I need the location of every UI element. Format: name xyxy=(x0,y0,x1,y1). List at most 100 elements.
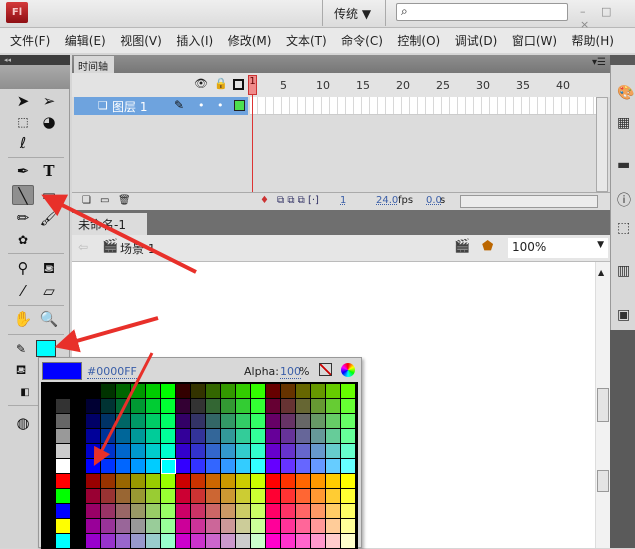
color-swatch[interactable] xyxy=(146,534,161,549)
color-swatch[interactable] xyxy=(206,534,221,549)
color-swatch[interactable] xyxy=(191,444,206,459)
color-swatch[interactable] xyxy=(116,474,131,489)
color-swatch[interactable] xyxy=(101,429,116,444)
color-swatch[interactable] xyxy=(131,399,146,414)
menu-file[interactable]: 文件(F) xyxy=(10,32,50,49)
color-swatch[interactable] xyxy=(266,459,281,474)
color-swatch[interactable] xyxy=(131,429,146,444)
color-swatch[interactable] xyxy=(341,444,356,459)
color-swatch[interactable] xyxy=(236,474,251,489)
current-frame[interactable]: 1 xyxy=(340,195,346,206)
new-layer-icon[interactable]: ❏ xyxy=(82,195,91,206)
playhead[interactable]: 1 xyxy=(248,75,257,95)
menu-control[interactable]: 控制(O) xyxy=(397,32,440,49)
color-swatch[interactable] xyxy=(86,399,101,414)
menu-commands[interactable]: 命令(C) xyxy=(341,32,383,49)
color-swatch[interactable] xyxy=(86,459,101,474)
color-swatch[interactable] xyxy=(326,399,341,414)
color-swatch[interactable] xyxy=(281,414,296,429)
color-swatch[interactable] xyxy=(251,474,266,489)
color-swatch[interactable] xyxy=(176,459,191,474)
color-swatch[interactable] xyxy=(221,444,236,459)
object-drawing-icon[interactable]: ◍ xyxy=(12,413,34,433)
eraser-tool-icon[interactable]: ▱ xyxy=(38,281,60,301)
color-swatch[interactable] xyxy=(176,534,191,549)
eyedropper-tool-icon[interactable]: ⁄ xyxy=(12,281,34,301)
color-swatch[interactable] xyxy=(56,504,71,519)
color-swatch[interactable] xyxy=(146,474,161,489)
color-swatch[interactable] xyxy=(161,489,176,504)
rectangle-tool-icon[interactable]: ▭ xyxy=(38,185,60,205)
color-swatch[interactable] xyxy=(311,414,326,429)
color-swatch[interactable] xyxy=(281,504,296,519)
color-swatch[interactable] xyxy=(131,519,146,534)
color-swatch[interactable] xyxy=(236,489,251,504)
color-swatch[interactable] xyxy=(311,429,326,444)
stage-scrollbar[interactable]: ▲ xyxy=(595,262,610,548)
color-swatch[interactable] xyxy=(146,399,161,414)
transform-panel-icon[interactable]: ⬚ xyxy=(617,220,635,236)
color-swatch[interactable] xyxy=(101,519,116,534)
color-swatch[interactable] xyxy=(281,429,296,444)
color-swatch[interactable] xyxy=(296,504,311,519)
timeline-hscroll[interactable] xyxy=(460,195,598,208)
color-swatch[interactable] xyxy=(131,504,146,519)
eye-icon[interactable]: 👁 xyxy=(194,77,208,90)
color-swatch[interactable] xyxy=(146,519,161,534)
color-swatch[interactable] xyxy=(146,489,161,504)
color-swatch[interactable] xyxy=(311,444,326,459)
3d-rotation-tool-icon[interactable]: ◕ xyxy=(38,112,60,132)
color-swatch[interactable] xyxy=(131,474,146,489)
color-swatch[interactable] xyxy=(206,384,221,399)
stroke-color-swatch[interactable] xyxy=(36,340,56,357)
color-swatch[interactable] xyxy=(281,444,296,459)
color-swatch[interactable] xyxy=(311,459,326,474)
color-swatch[interactable] xyxy=(236,504,251,519)
color-swatch[interactable] xyxy=(116,504,131,519)
color-swatch[interactable] xyxy=(206,519,221,534)
scene-label[interactable]: 场景 1 xyxy=(120,240,155,257)
color-swatch[interactable] xyxy=(281,399,296,414)
color-swatch[interactable] xyxy=(101,504,116,519)
color-swatch[interactable] xyxy=(206,459,221,474)
color-swatch[interactable] xyxy=(206,399,221,414)
color-swatch[interactable] xyxy=(281,459,296,474)
lasso-tool-icon[interactable]: ℓ xyxy=(12,133,34,153)
color-swatch[interactable] xyxy=(101,534,116,549)
color-swatch[interactable] xyxy=(86,534,101,549)
color-swatch[interactable] xyxy=(191,474,206,489)
color-swatch[interactable] xyxy=(146,414,161,429)
color-swatch[interactable] xyxy=(191,399,206,414)
color-swatch[interactable] xyxy=(56,429,71,444)
color-swatch[interactable] xyxy=(161,459,176,474)
color-swatch[interactable] xyxy=(326,384,341,399)
color-swatch[interactable] xyxy=(296,489,311,504)
color-swatch[interactable] xyxy=(86,414,101,429)
color-swatch[interactable] xyxy=(251,429,266,444)
pencil-tool-icon[interactable]: ✏ xyxy=(12,208,34,228)
color-swatch[interactable] xyxy=(341,519,356,534)
color-swatch[interactable] xyxy=(341,399,356,414)
color-swatch[interactable] xyxy=(221,429,236,444)
color-swatch[interactable] xyxy=(341,474,356,489)
deco-tool-icon[interactable]: ✿ xyxy=(12,230,34,250)
selection-tool-icon[interactable]: ➤ xyxy=(12,91,34,111)
color-swatch[interactable] xyxy=(341,384,356,399)
color-swatch[interactable] xyxy=(116,384,131,399)
color-swatch[interactable] xyxy=(161,474,176,489)
color-swatch[interactable] xyxy=(191,414,206,429)
collapse-button[interactable]: ◂◂ xyxy=(0,55,70,65)
color-swatch[interactable] xyxy=(326,519,341,534)
color-swatch[interactable] xyxy=(221,534,236,549)
color-swatch[interactable] xyxy=(341,429,356,444)
bone-tool-icon[interactable]: ⚲ xyxy=(12,258,34,278)
color-swatch[interactable] xyxy=(221,459,236,474)
color-swatch[interactable] xyxy=(296,414,311,429)
color-swatch[interactable] xyxy=(191,459,206,474)
alpha-input[interactable]: 100 xyxy=(280,365,301,379)
color-swatch[interactable] xyxy=(296,399,311,414)
layer-row[interactable]: ❏ 图层 1 ✎ • • xyxy=(74,97,248,115)
swatches-panel-icon[interactable]: ▦ xyxy=(617,115,635,131)
color-swatch[interactable] xyxy=(56,384,71,399)
color-swatch[interactable] xyxy=(86,489,101,504)
